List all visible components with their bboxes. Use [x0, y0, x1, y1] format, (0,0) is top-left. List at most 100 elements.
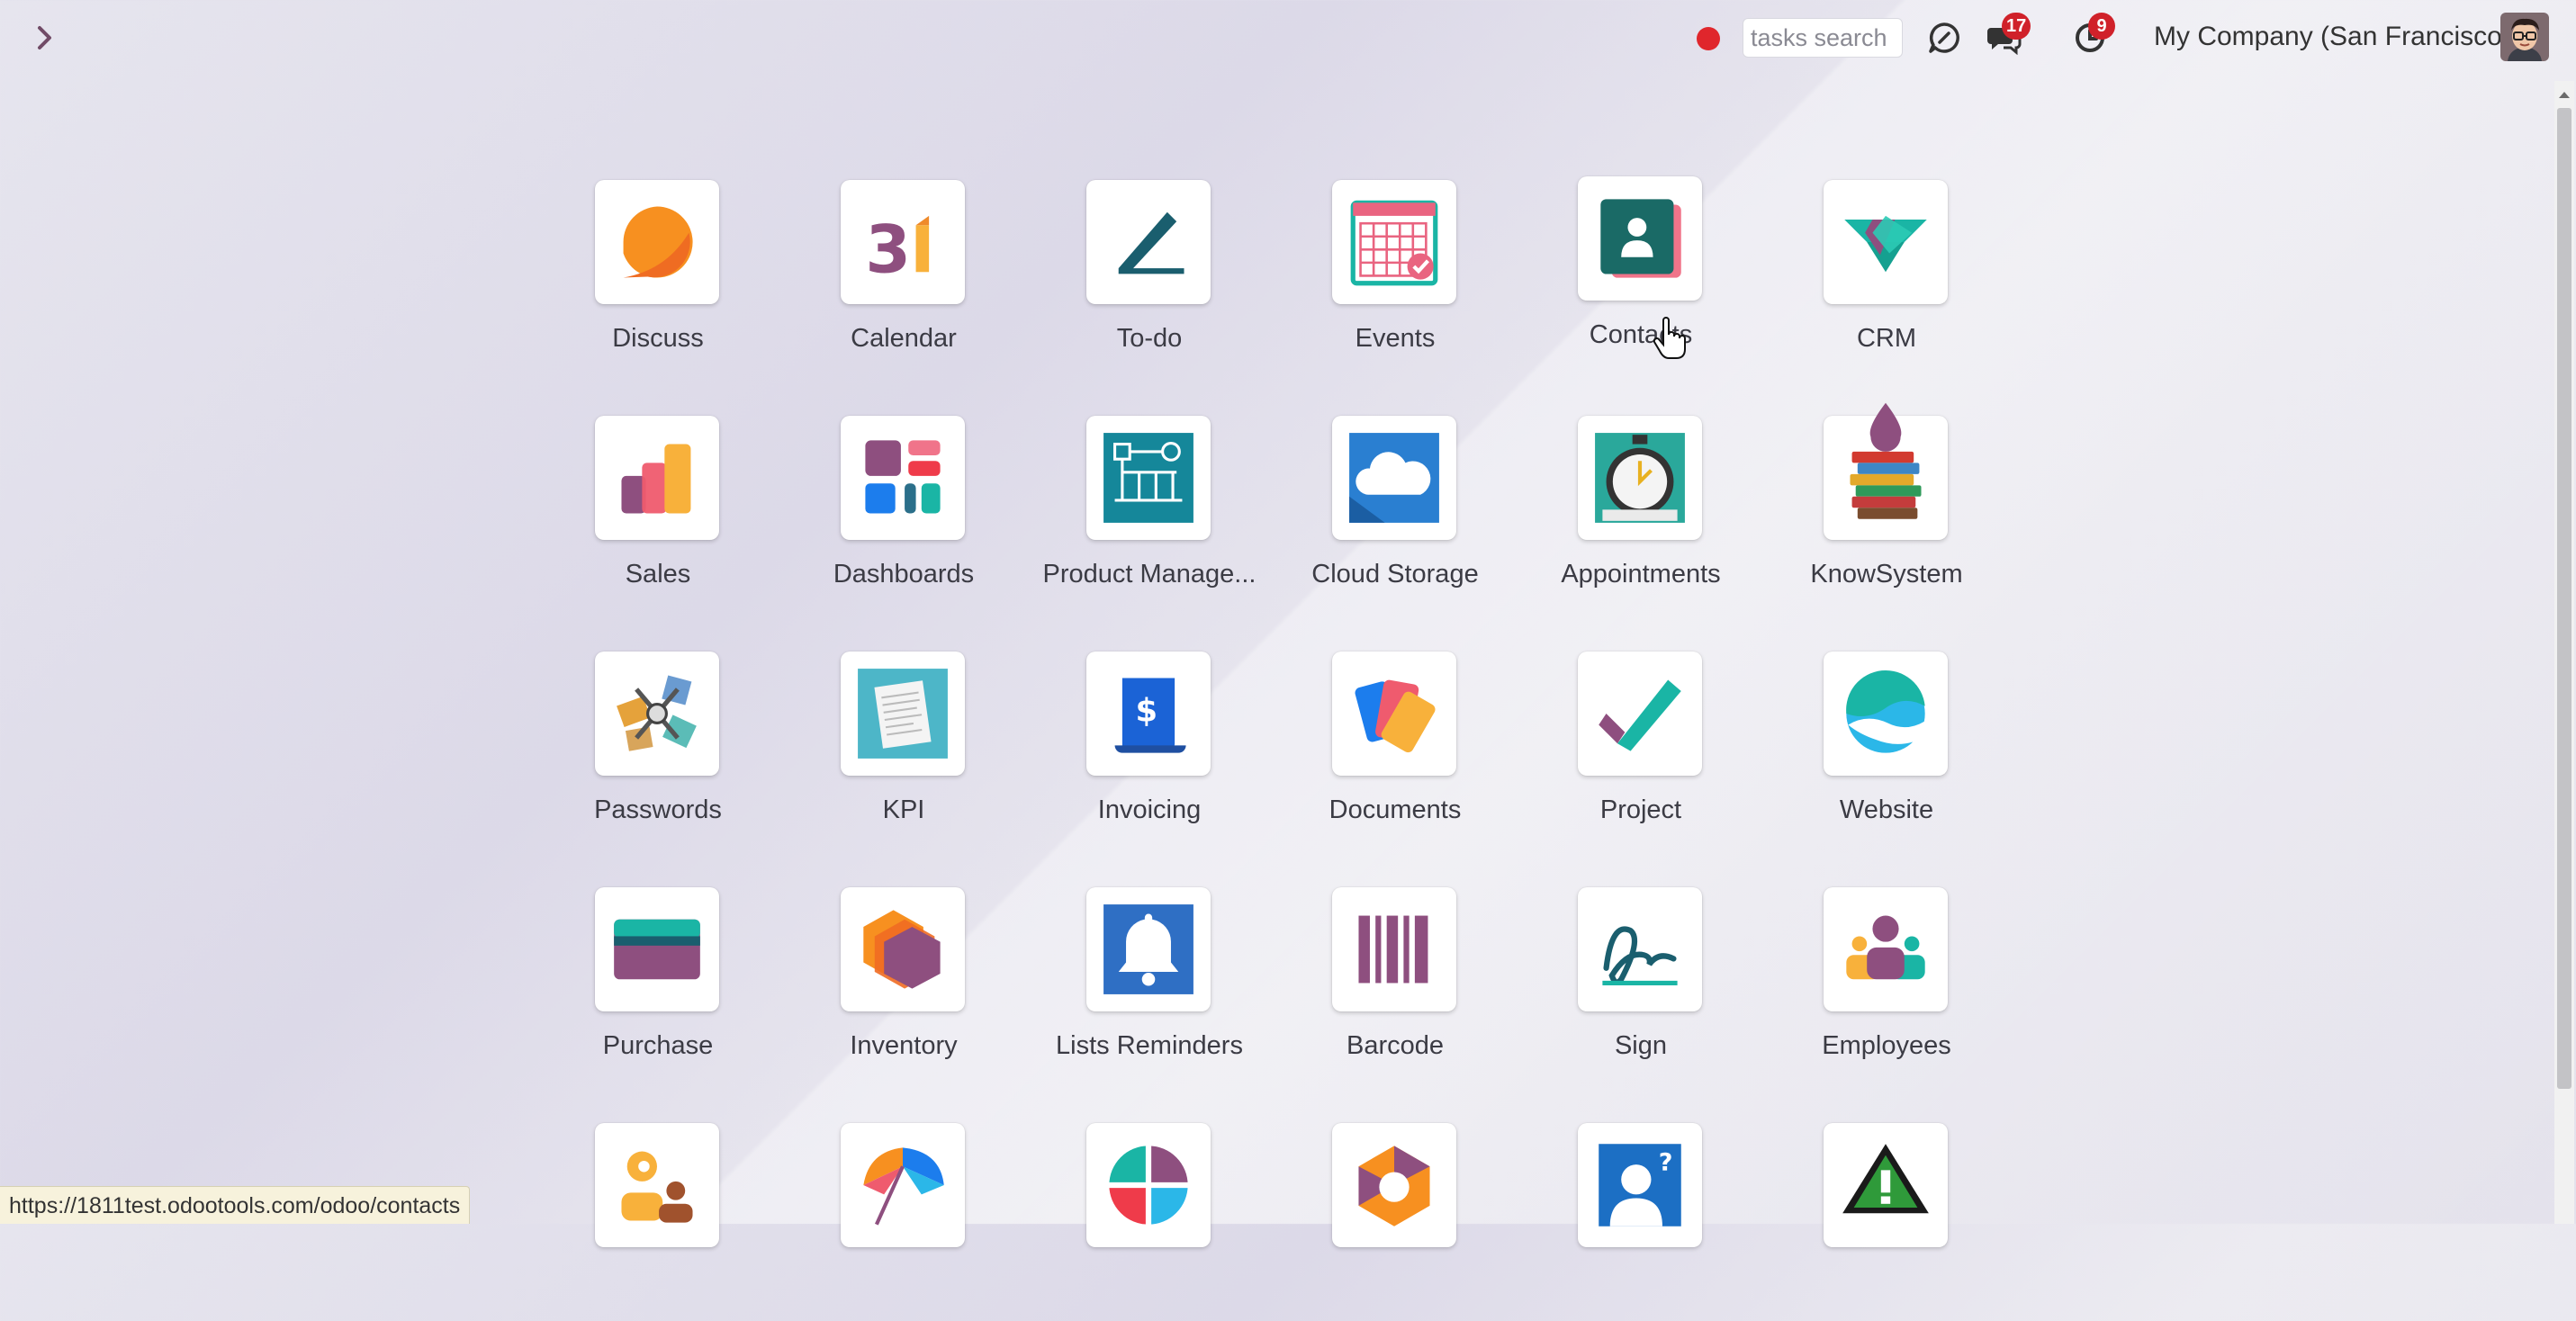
- app-tile: [841, 1123, 965, 1247]
- app-discuss[interactable]: Discuss: [536, 180, 780, 378]
- app-passwords[interactable]: Passwords: [536, 652, 780, 849]
- messages-count-badge: 17: [2002, 13, 2031, 40]
- app-warning[interactable]: [1764, 1123, 2009, 1321]
- app-label: Employees: [1822, 1031, 1951, 1060]
- app-label: Barcode: [1346, 1031, 1444, 1060]
- avatar-icon: [2500, 13, 2549, 61]
- app-calendar[interactable]: 3 Calendar: [781, 180, 1026, 378]
- app-barcode[interactable]: Barcode: [1273, 887, 1518, 1085]
- chevron-right-icon: [38, 26, 51, 49]
- app-contacts[interactable]: Contacts: [1518, 176, 1763, 374]
- app-label: Invoicing: [1097, 795, 1202, 824]
- recording-indicator-icon[interactable]: [1697, 27, 1720, 50]
- app-tile: [595, 1123, 719, 1247]
- tasks-search-input[interactable]: [1743, 18, 1903, 58]
- appointments-icon: [1595, 433, 1685, 523]
- app-tile: $: [1086, 652, 1211, 776]
- app-label: CRM: [1856, 324, 1917, 353]
- helpdesk-icon: [1358, 1146, 1430, 1227]
- app-website[interactable]: Website: [1764, 652, 2009, 849]
- activities-count-badge: 9: [2088, 13, 2115, 40]
- user-avatar[interactable]: [2500, 13, 2549, 61]
- app-events[interactable]: Events: [1273, 180, 1518, 378]
- app-tile: [1332, 416, 1456, 540]
- app-label: Events: [1355, 324, 1436, 353]
- app-label: Appointments: [1561, 560, 1721, 589]
- app-tile: [1578, 416, 1702, 540]
- app-tile: [1824, 887, 1948, 1011]
- app-surveys[interactable]: [1027, 1123, 1272, 1321]
- app-employees[interactable]: Employees: [1764, 887, 2009, 1085]
- app-label: KnowSystem: [1810, 560, 1963, 589]
- app-sales[interactable]: Sales: [536, 416, 780, 614]
- app-tile: [841, 652, 965, 776]
- knowsystem-icon: [1850, 402, 1922, 519]
- app-tile: [1824, 180, 1948, 304]
- app-tile: [595, 887, 719, 1011]
- invoicing-icon: $: [1114, 678, 1186, 753]
- app-label: To-do: [1116, 324, 1183, 353]
- app-recruitment[interactable]: [536, 1123, 780, 1321]
- app-todo[interactable]: To-do: [1027, 180, 1272, 378]
- cloud-storage-icon: [1349, 433, 1439, 523]
- app-product-management[interactable]: Product Manage...: [1027, 416, 1272, 614]
- app-kpi[interactable]: KPI: [781, 652, 1026, 849]
- app-label: Purchase: [602, 1031, 714, 1060]
- events-icon: [1350, 200, 1438, 286]
- app-appointments[interactable]: Appointments: [1518, 416, 1763, 614]
- app-tile: ?: [1578, 1123, 1702, 1247]
- top-navbar: 17 9 My Company (San Francisco): [0, 0, 2576, 76]
- sales-icon: [621, 444, 691, 514]
- app-label: Dashboards: [833, 560, 975, 589]
- scroll-up-button[interactable]: [2554, 83, 2574, 106]
- app-label: Lists Reminders: [1056, 1031, 1243, 1060]
- app-label: Documents: [1329, 795, 1462, 824]
- app-tile: [1332, 652, 1456, 776]
- app-insurance[interactable]: [781, 1123, 1026, 1321]
- app-inventory[interactable]: Inventory: [781, 887, 1026, 1085]
- svg-text:3: 3: [865, 211, 911, 288]
- app-knowsystem[interactable]: KnowSystem: [1764, 402, 2009, 614]
- todo-icon: [1118, 211, 1184, 274]
- caret-up-icon: [2559, 92, 2570, 98]
- app-invoicing[interactable]: $ Invoicing: [1027, 652, 1272, 849]
- barcode-icon: [1358, 915, 1428, 984]
- company-switcher[interactable]: My Company (San Francisco): [2154, 22, 2511, 52]
- app-sign[interactable]: Sign: [1518, 887, 1763, 1085]
- link-status-bar: https://1811test.odootools.com/odoo/cont…: [0, 1186, 471, 1224]
- app-tile: [1086, 1123, 1211, 1247]
- sign-icon: [1602, 926, 1678, 986]
- app-label: Project: [1599, 795, 1682, 824]
- project-icon: [1599, 679, 1681, 751]
- app-helpdesk[interactable]: [1273, 1123, 1518, 1321]
- app-documents[interactable]: Documents: [1273, 652, 1518, 849]
- dashboards-icon: [865, 440, 941, 514]
- kpi-icon: [858, 669, 948, 759]
- app-user-help[interactable]: ?: [1518, 1123, 1763, 1321]
- app-tile: [595, 416, 719, 540]
- activities-button[interactable]: 9: [2070, 13, 2115, 58]
- messages-button[interactable]: 17: [1984, 13, 2031, 58]
- recruitment-icon: [621, 1151, 693, 1223]
- app-crm[interactable]: CRM: [1764, 180, 2009, 378]
- documents-icon: [1355, 679, 1436, 753]
- app-label: Contacts: [1589, 320, 1693, 349]
- app-tile: [1332, 180, 1456, 304]
- app-cloud-storage[interactable]: Cloud Storage: [1273, 416, 1518, 614]
- voip-phone-button[interactable]: [1924, 18, 1964, 58]
- calendar-icon: 3: [865, 211, 930, 288]
- app-label: Product Manage...: [1042, 560, 1256, 589]
- lists-reminders-icon: [1103, 904, 1193, 994]
- menu-toggle-button[interactable]: [27, 20, 63, 56]
- warning-icon: [1842, 1144, 1929, 1214]
- app-dashboards[interactable]: Dashboards: [781, 416, 1026, 614]
- product-management-icon: [1103, 433, 1193, 523]
- scrollbar-thumb[interactable]: [2557, 108, 2571, 1089]
- app-lists-reminders[interactable]: Lists Reminders: [1027, 887, 1272, 1085]
- app-purchase[interactable]: Purchase: [536, 887, 780, 1085]
- app-project[interactable]: Project: [1518, 652, 1763, 849]
- employees-icon: [1846, 915, 1925, 980]
- app-tile: [1578, 176, 1702, 301]
- surveys-icon: [1105, 1142, 1192, 1228]
- app-label: KPI: [882, 795, 925, 824]
